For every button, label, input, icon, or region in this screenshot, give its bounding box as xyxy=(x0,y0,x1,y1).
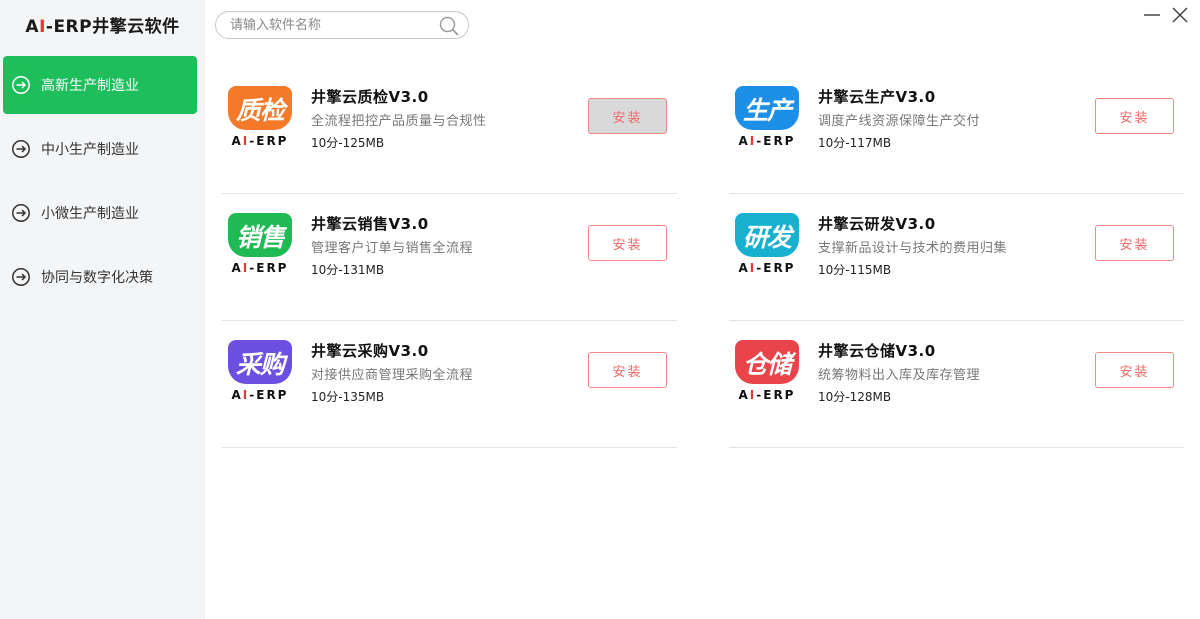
product-description: 调度产线资源保障生产交付 xyxy=(818,114,981,129)
search-box xyxy=(215,11,469,39)
search-icon[interactable] xyxy=(438,15,460,37)
product-description: 统筹物料出入库及库存管理 xyxy=(818,368,981,383)
install-button[interactable]: 安装 xyxy=(1095,225,1174,261)
product-meta: 10分-117MB xyxy=(818,136,892,150)
install-button[interactable]: 安装 xyxy=(1095,352,1174,388)
product-description: 管理客户订单与销售全流程 xyxy=(311,241,474,256)
product-title: 井擎云质检V3.0 xyxy=(311,88,429,106)
product-title: 井擎云采购V3.0 xyxy=(311,342,429,360)
sidebar-item-sme-manufacturing[interactable]: 中小生产制造业 xyxy=(3,120,197,178)
sidebar: AI-ERP井擎云软件 高新生产制造业 中小生产制造业 小微生产制造业 协同与数… xyxy=(0,0,205,619)
product-description: 支撑新品设计与技术的费用归集 xyxy=(818,241,1008,256)
product-meta: 10分-131MB xyxy=(311,263,385,277)
arrow-right-circle-icon xyxy=(12,140,30,158)
close-icon[interactable] xyxy=(1169,4,1191,26)
product-meta: 10分-128MB xyxy=(818,390,892,404)
product-card-warehouse: 仓储 AI-ERP 井擎云仓储V3.0 统筹物料出入库及库存管理 10分-128… xyxy=(729,340,1184,448)
logo-tile: 采购 xyxy=(228,340,292,384)
product-logo: 质检 AI-ERP xyxy=(228,86,292,164)
product-meta: 10分-135MB xyxy=(311,390,385,404)
product-description: 对接供应商管理采购全流程 xyxy=(311,368,474,383)
product-title: 井擎云销售V3.0 xyxy=(311,215,429,233)
product-card-quality: 质检 AI-ERP 井擎云质检V3.0 全流程把控产品质量与合规性 10分-12… xyxy=(222,86,677,194)
arrow-right-circle-icon xyxy=(12,204,30,222)
logo-tile: 仓储 xyxy=(735,340,799,384)
logo-tile: 生产 xyxy=(735,86,799,130)
sidebar-item-high-tech-manufacturing[interactable]: 高新生产制造业 xyxy=(3,56,197,114)
product-card-procurement: 采购 AI-ERP 井擎云采购V3.0 对接供应商管理采购全流程 10分-135… xyxy=(222,340,677,448)
product-card-production: 生产 AI-ERP 井擎云生产V3.0 调度产线资源保障生产交付 10分-117… xyxy=(729,86,1184,194)
product-logo: 仓储 AI-ERP xyxy=(735,340,799,418)
logo-tag: AI-ERP xyxy=(231,388,289,402)
arrow-right-circle-icon xyxy=(12,76,30,94)
logo-tag: AI-ERP xyxy=(231,261,289,275)
minimize-icon[interactable] xyxy=(1141,4,1163,26)
logo-tile: 研发 xyxy=(735,213,799,257)
product-card-rnd: 研发 AI-ERP 井擎云研发V3.0 支撑新品设计与技术的费用归集 10分-1… xyxy=(729,213,1184,321)
logo-tile: 销售 xyxy=(228,213,292,257)
product-title: 井擎云生产V3.0 xyxy=(818,88,936,106)
install-button[interactable]: 安装 xyxy=(588,352,667,388)
product-meta: 10分-125MB xyxy=(311,136,385,150)
install-button[interactable]: 安装 xyxy=(1095,98,1174,134)
search-input[interactable] xyxy=(230,16,430,34)
sidebar-item-micro-manufacturing[interactable]: 小微生产制造业 xyxy=(3,184,197,242)
install-button[interactable]: 安装 xyxy=(588,225,667,261)
product-title: 井擎云研发V3.0 xyxy=(818,215,936,233)
logo-tag: AI-ERP xyxy=(738,261,796,275)
sidebar-item-label: 高新生产制造业 xyxy=(41,78,139,94)
product-logo: 研发 AI-ERP xyxy=(735,213,799,291)
app-window: AI-ERP井擎云软件 高新生产制造业 中小生产制造业 小微生产制造业 协同与数… xyxy=(0,0,1200,619)
sidebar-item-label: 小微生产制造业 xyxy=(41,206,139,222)
product-meta: 10分-115MB xyxy=(818,263,892,277)
logo-tag: AI-ERP xyxy=(738,134,796,148)
product-title: 井擎云仓储V3.0 xyxy=(818,342,936,360)
product-description: 全流程把控产品质量与合规性 xyxy=(311,114,487,129)
sidebar-item-collaboration-decision[interactable]: 协同与数字化决策 xyxy=(3,248,197,306)
product-card-sales: 销售 AI-ERP 井擎云销售V3.0 管理客户订单与销售全流程 10分-131… xyxy=(222,213,677,321)
arrow-right-circle-icon xyxy=(12,268,30,286)
product-logo: 采购 AI-ERP xyxy=(228,340,292,418)
sidebar-item-label: 中小生产制造业 xyxy=(41,142,139,158)
install-button[interactable]: 安装 xyxy=(588,98,667,134)
sidebar-item-label: 协同与数字化决策 xyxy=(41,270,153,286)
logo-tile: 质检 xyxy=(228,86,292,130)
sidebar-nav: 高新生产制造业 中小生产制造业 小微生产制造业 协同与数字化决策 xyxy=(0,56,205,312)
logo-tag: AI-ERP xyxy=(231,134,289,148)
product-logo: 生产 AI-ERP xyxy=(735,86,799,164)
product-logo: 销售 AI-ERP xyxy=(228,213,292,291)
logo-tag: AI-ERP xyxy=(738,388,796,402)
app-title: AI-ERP井擎云软件 xyxy=(25,17,180,37)
